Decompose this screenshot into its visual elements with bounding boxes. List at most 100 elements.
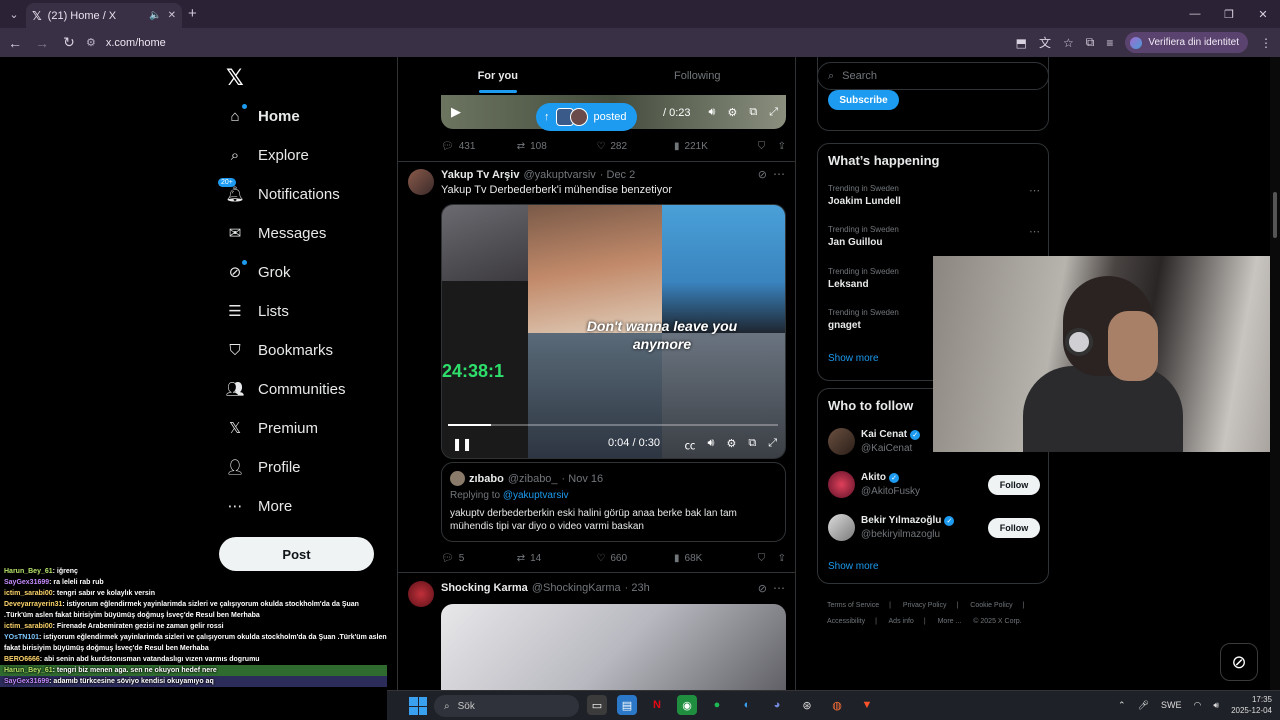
- translate-icon[interactable]: 文: [1039, 34, 1051, 51]
- more-icon[interactable]: ⋯: [1029, 225, 1040, 238]
- follow-button[interactable]: Follow: [988, 518, 1040, 538]
- subscribe-button[interactable]: Subscribe: [828, 90, 899, 110]
- fullscreen-icon[interactable]: ⤢: [768, 437, 777, 453]
- file-explorer-icon[interactable]: ▤: [617, 695, 637, 715]
- new-tab-icon[interactable]: +: [188, 5, 197, 22]
- extensions-icon[interactable]: ⧉: [1086, 35, 1095, 50]
- search-input[interactable]: ⌕ Search: [817, 62, 1049, 90]
- more-icon[interactable]: ⋯: [773, 581, 785, 595]
- author-name[interactable]: Yakup Tv Arşiv: [441, 169, 519, 181]
- like-button[interactable]: ♡ 282: [596, 141, 674, 152]
- tray-chevron-icon[interactable]: ⌃: [1118, 700, 1126, 711]
- share-button[interactable]: ⇪: [778, 553, 786, 564]
- firefox-icon[interactable]: ◍: [827, 695, 847, 715]
- bookmark-button[interactable]: ⛉: [758, 141, 778, 152]
- restore-icon[interactable]: ❐: [1212, 0, 1246, 28]
- reading-list-icon[interactable]: ≡: [1106, 36, 1113, 50]
- star-icon[interactable]: ☆: [1063, 36, 1074, 50]
- brave-icon[interactable]: ▼: [857, 695, 877, 715]
- show-more-link[interactable]: Show more: [828, 561, 879, 572]
- nav-more[interactable]: ⋯ More: [226, 493, 293, 519]
- author-handle[interactable]: @ShockingKarma: [532, 582, 621, 594]
- new-posts-pill[interactable]: ↑ posted: [536, 103, 637, 131]
- avatar[interactable]: [408, 581, 434, 607]
- chrome-icon[interactable]: ◉: [677, 695, 697, 715]
- netflix-icon[interactable]: N: [647, 695, 667, 715]
- quoted-tweet[interactable]: zıbabo @zibabo_ · Nov 16 Replying to @ya…: [441, 462, 786, 542]
- mute-tab-icon[interactable]: 🔈: [149, 10, 161, 21]
- clock[interactable]: 17:35 2025-12-04: [1231, 694, 1272, 716]
- captions-icon[interactable]: ㏄: [685, 437, 696, 453]
- nav-communities[interactable]: 👥︎ Communities: [225, 376, 345, 402]
- reply-button[interactable]: 💬︎ 431: [441, 141, 517, 152]
- scrollbar-thumb[interactable]: [1273, 192, 1277, 238]
- fullscreen-icon[interactable]: ⤢: [769, 106, 778, 119]
- settings-icon[interactable]: ⚙: [727, 106, 737, 119]
- nav-premium[interactable]: 𝕏 Premium: [226, 415, 318, 441]
- retweet-button[interactable]: ⇄ 14: [517, 553, 597, 564]
- follow-suggestion[interactable]: Bekir Yılmazoğlu ✓ @bekiryilmazoglu Follo…: [828, 514, 1040, 544]
- minimize-icon[interactable]: —: [1178, 0, 1212, 28]
- language-indicator[interactable]: SWE: [1161, 700, 1182, 710]
- grok-float-button[interactable]: ⊘: [1220, 643, 1258, 681]
- nav-notifications[interactable]: 🔔︎ 20+ Notifications: [218, 178, 340, 207]
- back-icon[interactable]: ←: [3, 31, 27, 55]
- footer-link[interactable]: More ...: [938, 618, 962, 625]
- more-icon[interactable]: ⋯: [773, 167, 785, 181]
- install-app-icon[interactable]: ⬒: [1016, 36, 1027, 50]
- nav-bookmarks[interactable]: ⛉ Bookmarks: [226, 337, 333, 363]
- footer-link[interactable]: Privacy Policy: [903, 602, 947, 609]
- close-tab-icon[interactable]: ✕: [168, 10, 176, 21]
- tweet-date[interactable]: · Dec 2: [600, 169, 635, 181]
- nav-messages[interactable]: ✉ Messages: [226, 220, 327, 246]
- tweet-date[interactable]: · 23h: [625, 582, 650, 594]
- nav-explore[interactable]: ⌕ Explore: [226, 142, 309, 168]
- taskbar-search[interactable]: ⌕ Sök: [434, 695, 579, 717]
- volume-icon[interactable]: 🔊︎: [708, 437, 715, 453]
- close-window-icon[interactable]: ✕: [1246, 0, 1280, 28]
- tweet-video[interactable]: Don't wanna leave you anymore 24:38:1 ❚❚…: [441, 204, 786, 459]
- footer-link[interactable]: Terms of Service: [827, 602, 879, 609]
- microphone-icon[interactable]: 🎤︎: [1138, 700, 1149, 711]
- like-button[interactable]: ♡ 660: [596, 553, 674, 564]
- tab-for-you[interactable]: For you: [398, 57, 598, 95]
- scrollbar[interactable]: [1270, 57, 1280, 690]
- views-button[interactable]: ▮ 221K: [674, 141, 758, 152]
- views-button[interactable]: ▮ 68K: [674, 553, 758, 564]
- author-handle[interactable]: @yakuptvarsiv: [523, 169, 595, 181]
- nav-profile[interactable]: 👤︎ Profile: [225, 454, 300, 480]
- footer-link[interactable]: Cookie Policy: [970, 602, 1012, 609]
- video-progress[interactable]: [448, 424, 778, 426]
- forward-icon[interactable]: →: [30, 31, 54, 55]
- nav-home[interactable]: ⌂ Home: [226, 103, 300, 129]
- site-info-icon[interactable]: ⚙: [86, 36, 96, 49]
- show-more-link[interactable]: Show more: [828, 353, 879, 364]
- avatar[interactable]: [408, 169, 434, 195]
- volume-icon[interactable]: 🔊︎: [709, 106, 716, 119]
- browser-menu-icon[interactable]: ⋮: [1260, 36, 1272, 50]
- volume-icon[interactable]: 🔊︎: [1213, 700, 1219, 711]
- bookmark-button[interactable]: ⛉: [758, 553, 778, 564]
- replying-to-handle[interactable]: @yakuptvarsiv: [503, 490, 569, 501]
- browser-tab[interactable]: 𝕏 (21) Home / X 🔈 ✕: [26, 3, 182, 28]
- wifi-icon[interactable]: ◠: [1194, 700, 1202, 711]
- pause-icon[interactable]: ❚❚: [452, 437, 472, 451]
- follow-suggestion[interactable]: Akito ✓ @AkitoFusky Follow: [828, 471, 1040, 501]
- trend-item[interactable]: Trending in Sweden Jan Guillou ⋯: [828, 225, 1040, 248]
- footer-link[interactable]: Ads info: [889, 618, 914, 625]
- url-field[interactable]: ⚙ x.com/home: [80, 32, 1140, 53]
- author-name[interactable]: Shocking Karma: [441, 582, 528, 594]
- task-view-icon[interactable]: ▭: [587, 695, 607, 715]
- tab-list-icon[interactable]: ⌄: [0, 0, 28, 28]
- discord-icon[interactable]: ◕: [767, 695, 787, 715]
- play-icon[interactable]: ▶: [451, 104, 461, 120]
- nav-grok[interactable]: ⊘ Grok: [226, 259, 291, 285]
- spotify-icon[interactable]: ●: [707, 695, 727, 715]
- pip-icon[interactable]: ⧉: [748, 437, 756, 453]
- trend-item[interactable]: Trending in Sweden Joakim Lundell ⋯: [828, 184, 1040, 207]
- settings-icon[interactable]: ⚙: [726, 437, 736, 453]
- reply-button[interactable]: 💬︎ 5: [441, 553, 517, 564]
- edge-icon[interactable]: ◐: [737, 695, 757, 715]
- verify-identity-button[interactable]: Verifiera din identitet: [1125, 32, 1248, 53]
- tab-following[interactable]: Following: [598, 57, 796, 95]
